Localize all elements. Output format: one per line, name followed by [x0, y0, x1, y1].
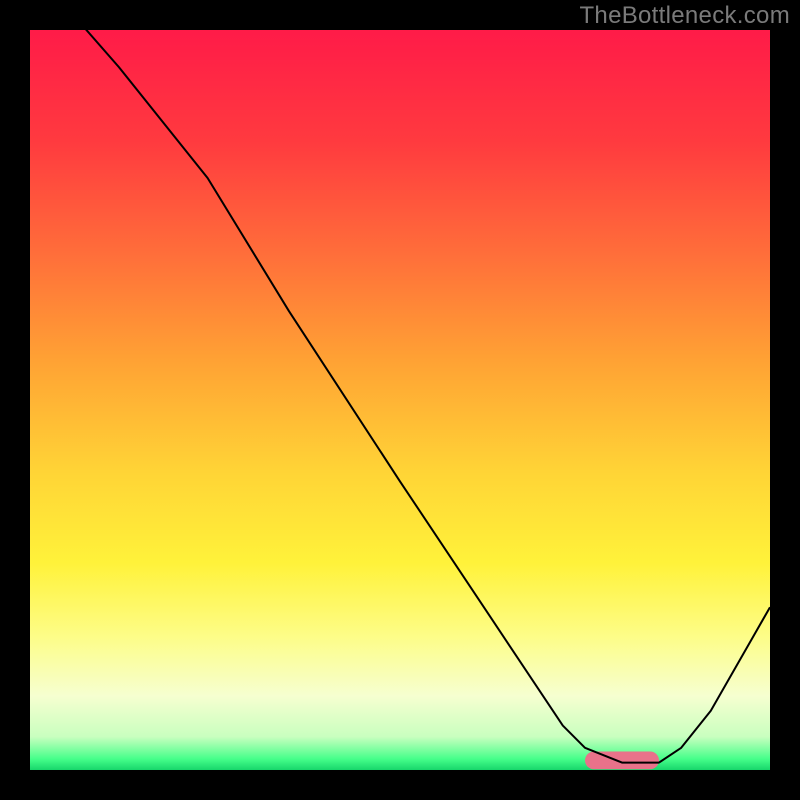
watermark-text: TheBottleneck.com: [579, 2, 790, 30]
gradient-background: [30, 30, 770, 770]
chart-svg: [30, 30, 770, 770]
plot-area: [30, 30, 770, 770]
chart-frame: TheBottleneck.com: [0, 0, 800, 800]
optimal-bar: [585, 752, 659, 770]
